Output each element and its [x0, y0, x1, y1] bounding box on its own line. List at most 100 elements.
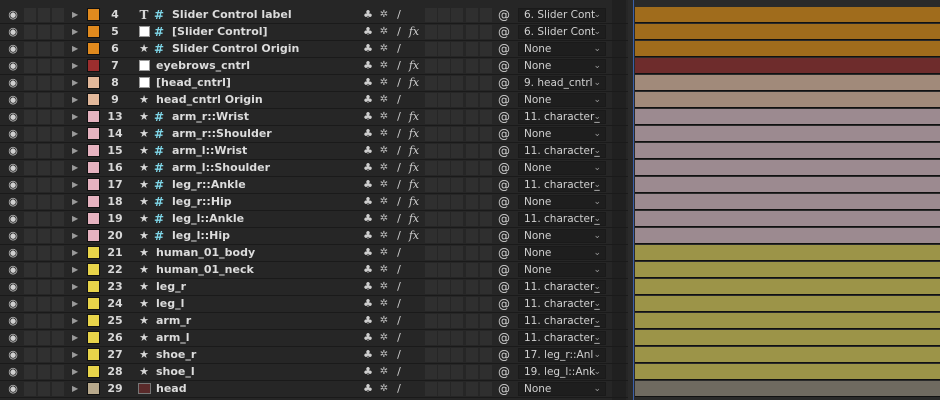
- switch-box[interactable]: [466, 144, 478, 158]
- layer-row[interactable]: ◉ ▶ 17 ★ # leg_r::Ankle ♣ ✲ / fx @11. character_ ⌄: [0, 177, 628, 194]
- switch-box[interactable]: [451, 178, 463, 192]
- lock-switch[interactable]: [52, 93, 64, 107]
- lock-switch[interactable]: [52, 382, 64, 396]
- twirl-expand-icon[interactable]: ▶: [72, 228, 84, 244]
- eye-visibility-icon[interactable]: ◉: [4, 41, 22, 57]
- quality-switch-icon[interactable]: ✲: [377, 262, 391, 278]
- layer-duration-bar[interactable]: [635, 24, 940, 40]
- layer-duration-bar[interactable]: [635, 330, 940, 346]
- layer-name[interactable]: head_cntrl Origin: [156, 92, 336, 108]
- switch-box[interactable]: [466, 297, 478, 311]
- switch-box[interactable]: [466, 280, 478, 294]
- twirl-expand-icon[interactable]: ▶: [72, 245, 84, 261]
- switch-box[interactable]: [480, 93, 492, 107]
- switch-box[interactable]: [466, 59, 478, 73]
- label-color-swatch[interactable]: [87, 76, 100, 89]
- effects-switch-icon[interactable]: fx: [407, 58, 421, 74]
- switch-box[interactable]: [466, 331, 478, 345]
- audio-switch[interactable]: [24, 229, 36, 243]
- shy-switch-icon[interactable]: ♣: [360, 228, 376, 244]
- switch-box[interactable]: [438, 93, 450, 107]
- pick-whip-icon[interactable]: @: [497, 41, 511, 57]
- shy-switch-icon[interactable]: ♣: [360, 194, 376, 210]
- shy-switch-icon[interactable]: ♣: [360, 330, 376, 346]
- layer-duration-bar[interactable]: [635, 381, 940, 397]
- shy-switch-icon[interactable]: ♣: [360, 347, 376, 363]
- parent-dropdown[interactable]: None ⌄: [518, 127, 606, 141]
- collapse-switch-icon[interactable]: /: [392, 313, 406, 329]
- collapse-switch-icon[interactable]: /: [392, 296, 406, 312]
- switch-box[interactable]: [466, 42, 478, 56]
- label-color-swatch[interactable]: [87, 59, 100, 72]
- pick-whip-icon[interactable]: @: [497, 279, 511, 295]
- layer-name[interactable]: human_01_body: [156, 245, 336, 261]
- eye-visibility-icon[interactable]: ◉: [4, 7, 22, 23]
- layer-row[interactable]: ◉ ▶ 20 ★ # leg_l::Hip ♣ ✲ / fx @ None ⌄: [0, 228, 628, 245]
- layer-row[interactable]: ◉ ▶ 8 [head_cntrl] ♣ ✲ / fx @9. head_cntrl ⌄: [0, 75, 628, 92]
- solo-switch[interactable]: [38, 178, 50, 192]
- lock-switch[interactable]: [52, 76, 64, 90]
- label-color-swatch[interactable]: [87, 229, 100, 242]
- audio-switch[interactable]: [24, 110, 36, 124]
- layer-name[interactable]: arm_l: [156, 330, 336, 346]
- label-color-swatch[interactable]: [87, 195, 100, 208]
- switch-box[interactable]: [451, 42, 463, 56]
- layer-row[interactable]: ◉ ▶ 19 ★ # leg_l::Ankle ♣ ✲ / fx @11. character_ ⌄: [0, 211, 628, 228]
- solo-switch[interactable]: [38, 280, 50, 294]
- layer-name[interactable]: eyebrows_cntrl: [156, 58, 336, 74]
- pick-whip-icon[interactable]: @: [497, 177, 511, 193]
- collapse-switch-icon[interactable]: /: [392, 364, 406, 380]
- parent-dropdown[interactable]: None ⌄: [518, 59, 606, 73]
- quality-switch-icon[interactable]: ✲: [377, 364, 391, 380]
- eye-visibility-icon[interactable]: ◉: [4, 92, 22, 108]
- shy-switch-icon[interactable]: ♣: [360, 296, 376, 312]
- quality-switch-icon[interactable]: ✲: [377, 194, 391, 210]
- switch-box[interactable]: [425, 161, 437, 175]
- layer-row[interactable]: ◉ ▶ 18 ★ # leg_r::Hip ♣ ✲ / fx @ None ⌄: [0, 194, 628, 211]
- layer-duration-bar[interactable]: [635, 211, 940, 227]
- shy-switch-icon[interactable]: ♣: [360, 211, 376, 227]
- solo-switch[interactable]: [38, 59, 50, 73]
- lock-switch[interactable]: [52, 314, 64, 328]
- parent-dropdown[interactable]: None ⌄: [518, 195, 606, 209]
- lock-switch[interactable]: [52, 25, 64, 39]
- switch-box[interactable]: [425, 348, 437, 362]
- switch-box[interactable]: [480, 314, 492, 328]
- collapse-switch-icon[interactable]: /: [392, 347, 406, 363]
- twirl-expand-icon[interactable]: ▶: [72, 143, 84, 159]
- layer-duration-bar[interactable]: [635, 228, 940, 244]
- switch-box[interactable]: [466, 127, 478, 141]
- switch-box[interactable]: [425, 382, 437, 396]
- switch-box[interactable]: [480, 263, 492, 277]
- shy-switch-icon[interactable]: ♣: [360, 143, 376, 159]
- lock-switch[interactable]: [52, 42, 64, 56]
- pick-whip-icon[interactable]: @: [497, 143, 511, 159]
- quality-switch-icon[interactable]: ✲: [377, 109, 391, 125]
- lock-switch[interactable]: [52, 331, 64, 345]
- quality-switch-icon[interactable]: ✲: [377, 7, 391, 23]
- solo-switch[interactable]: [38, 212, 50, 226]
- audio-switch[interactable]: [24, 246, 36, 260]
- audio-switch[interactable]: [24, 144, 36, 158]
- lock-switch[interactable]: [52, 144, 64, 158]
- switch-box[interactable]: [425, 110, 437, 124]
- switch-box[interactable]: [438, 263, 450, 277]
- solo-switch[interactable]: [38, 110, 50, 124]
- shy-switch-icon[interactable]: ♣: [360, 381, 376, 397]
- pick-whip-icon[interactable]: @: [497, 160, 511, 176]
- switch-box[interactable]: [480, 25, 492, 39]
- switch-box[interactable]: [438, 127, 450, 141]
- switch-box[interactable]: [480, 110, 492, 124]
- solo-switch[interactable]: [38, 25, 50, 39]
- solo-switch[interactable]: [38, 195, 50, 209]
- eye-visibility-icon[interactable]: ◉: [4, 211, 22, 227]
- switch-box[interactable]: [466, 382, 478, 396]
- audio-switch[interactable]: [24, 280, 36, 294]
- collapse-switch-icon[interactable]: /: [392, 41, 406, 57]
- layer-duration-bar[interactable]: [635, 58, 940, 74]
- effects-switch-icon[interactable]: fx: [407, 24, 421, 40]
- effects-switch-icon[interactable]: fx: [407, 177, 421, 193]
- switch-box[interactable]: [451, 144, 463, 158]
- shy-switch-icon[interactable]: ♣: [360, 7, 376, 23]
- solo-switch[interactable]: [38, 127, 50, 141]
